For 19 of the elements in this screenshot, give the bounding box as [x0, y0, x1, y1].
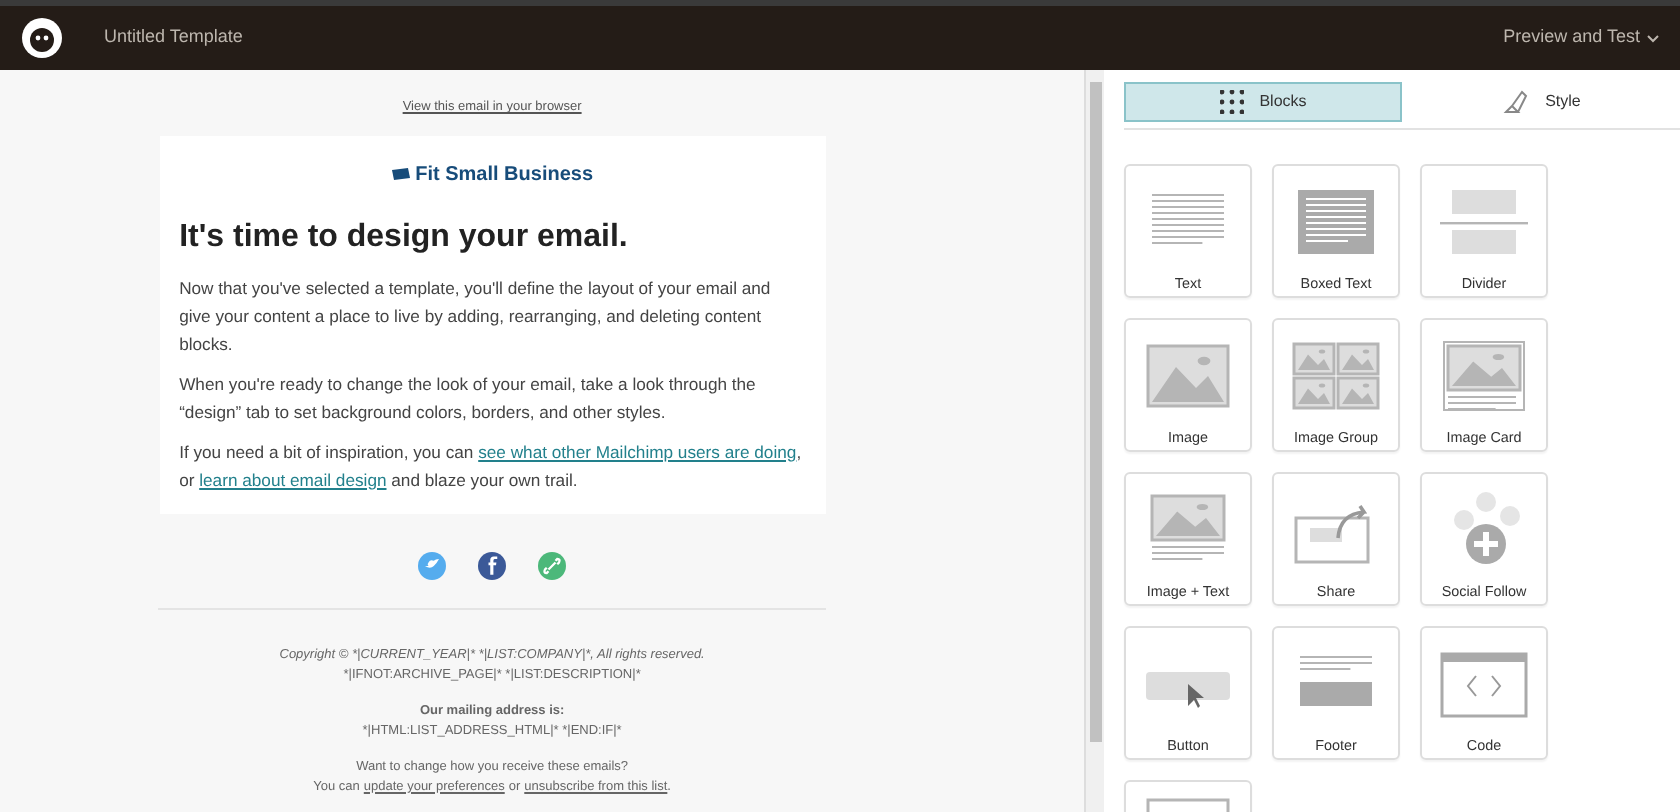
twitter-icon[interactable] [418, 551, 447, 580]
brand-logo-text: Fit Small Business [415, 161, 594, 190]
paintbrush-icon [1501, 88, 1530, 116]
template-title: Untitled Template [104, 24, 243, 51]
scrollbar-thumb[interactable] [1089, 82, 1102, 742]
preview-test-menu[interactable]: Preview and Test [1503, 24, 1660, 52]
body-paragraph: Now that you've selected a template, you'll define the layout of your email and give your content a place to live by adding, rearranging, and deleting content blocks. [179, 275, 773, 358]
body-paragraph: When you're ready to change the look of your email, take a look through the “design” tab to set background colors, borders, and other styles. [179, 371, 758, 426]
examples-link[interactable]: see what other Mailchimp users are doing [478, 441, 797, 462]
grid-dots-icon [1219, 90, 1244, 114]
chevron-down-icon [1646, 33, 1660, 43]
panel-tab[interactable]: Blocks [1124, 82, 1402, 122]
logo-icon [391, 168, 410, 181]
facebook-icon[interactable] [478, 551, 507, 580]
monkey-logo-icon[interactable] [20, 16, 64, 60]
email-heading: It's time to design your email. [179, 217, 630, 258]
body-paragraph: If you need a bit of inspiration, you can see what other Mailchimp users are doing, or learn about email design and blaze your own trail. [179, 439, 804, 494]
link-icon[interactable] [538, 551, 567, 580]
design-link[interactable]: learn about email design [199, 469, 387, 490]
